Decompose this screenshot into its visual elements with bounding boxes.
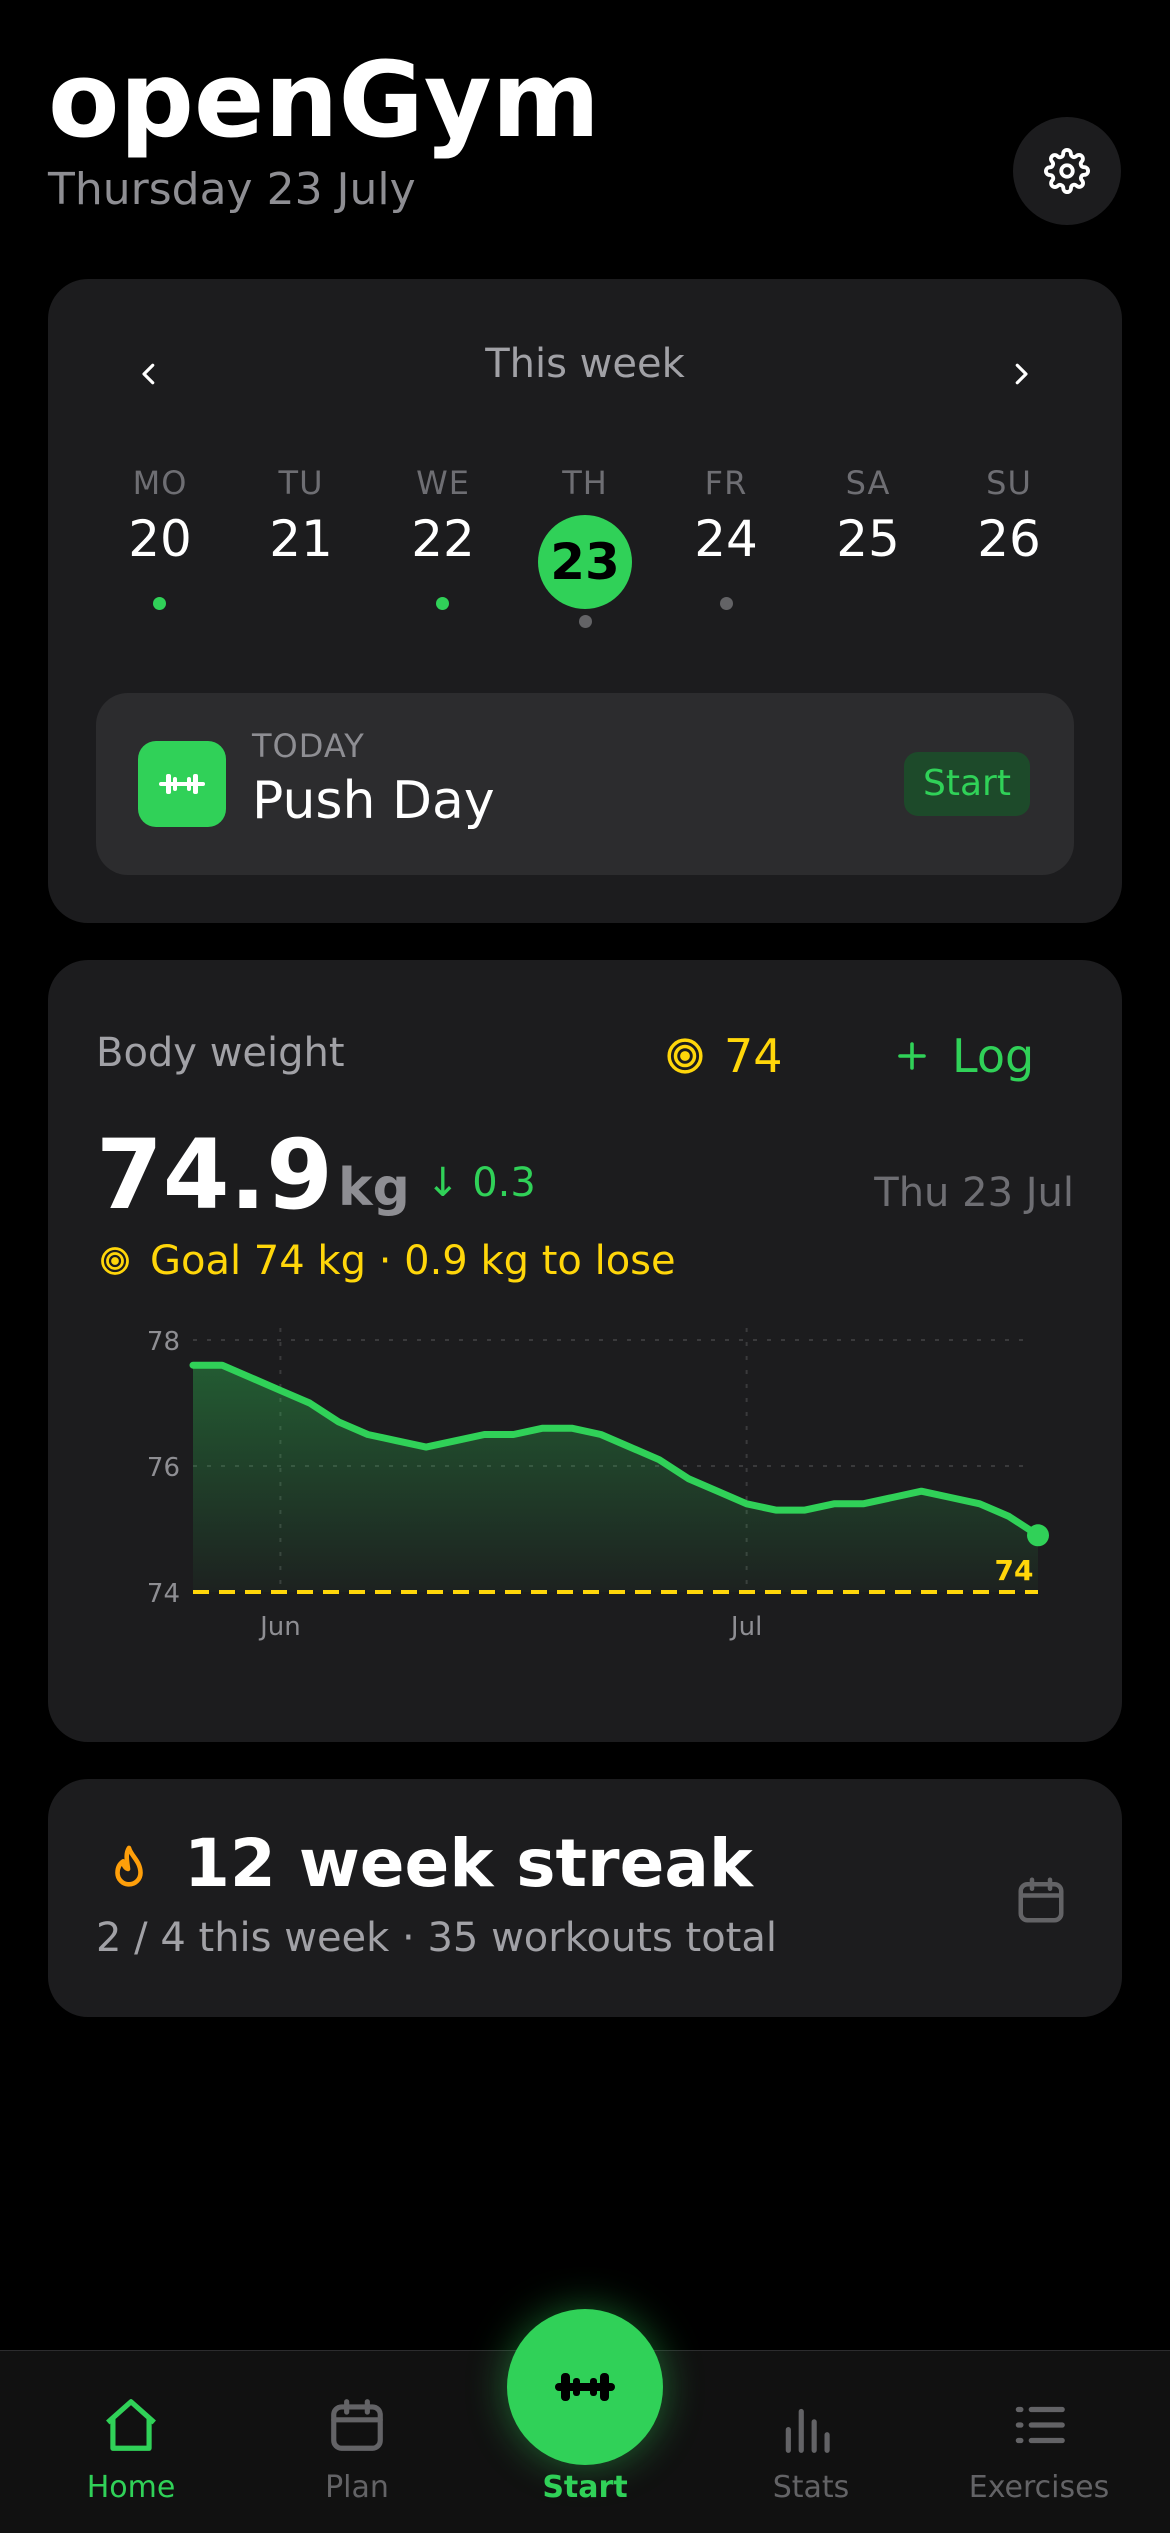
bar-chart-icon[interactable] [778,2396,840,2458]
arrow-down-icon: ↓ [426,1160,460,1206]
day-number: 24 [666,510,786,568]
weight-change: ↓ 0.3 [426,1160,536,1206]
home-icon[interactable] [100,2394,162,2456]
day-mon-done-dot [153,597,166,610]
goal-badge[interactable]: 74 [666,1026,783,1086]
target-icon [100,1246,130,1276]
day-tue[interactable]: TU 21 [241,464,361,568]
week-card: This week MO 20 TU 21 WE 22 TH 23 FR 24 … [48,279,1122,923]
day-number: 22 [383,510,503,568]
x-tick-label: Jul [729,1612,762,1642]
latest-weight-point [1027,1524,1049,1546]
day-mon[interactable]: MO 20 [100,464,220,568]
day-label: TH [525,464,645,502]
today-label: TODAY [252,727,365,765]
nav-exercises-label[interactable]: Exercises [944,2470,1134,2505]
list-icon[interactable] [1008,2394,1070,2456]
day-number: 20 [100,510,220,568]
day-label: MO [100,464,220,502]
dumbbell-icon [553,2367,617,2407]
goal-text: Goal 74 kg · 0.9 kg to lose [150,1238,676,1284]
target-icon [666,1037,704,1075]
day-label: SU [949,464,1069,502]
log-weight-button[interactable]: Log [894,1026,1034,1086]
weight-date: Thu 23 Jul [874,1170,1074,1216]
streak-card[interactable]: 12 week streak 2 / 4 this week · 35 work… [48,1779,1122,2017]
start-workout-fab[interactable] [507,2309,663,2465]
selected-day-circle: 23 [538,515,632,609]
log-label: Log [952,1029,1034,1083]
gear-icon [1044,148,1090,194]
day-thu-planned-dot [579,615,592,628]
workout-name: Push Day [252,771,495,831]
weight-chart[interactable]: 78 76 74 Jun Jul 74 [48,1320,1122,1650]
chevron-right-icon [1006,356,1036,392]
weight-title: Body weight [96,1030,345,1076]
weight-change-value: 0.3 [472,1160,536,1206]
calendar-icon[interactable] [326,2394,388,2456]
header-date: Thursday 23 July [48,164,416,215]
start-workout-button[interactable]: Start [904,752,1030,816]
workout-icon-tile [138,741,226,827]
week-title: This week [48,341,1122,387]
day-thu[interactable]: TH [525,464,645,502]
day-wed[interactable]: WE 22 [383,464,503,568]
nav-home-label[interactable]: Home [36,2470,226,2505]
day-sat[interactable]: SA 25 [808,464,928,568]
weight-unit: kg [338,1158,410,1218]
nav-stats-label[interactable]: Stats [716,2470,906,2505]
goal-badge-value: 74 [724,1029,783,1083]
weight-value: 74.9 [96,1120,333,1230]
day-number: 21 [241,510,361,568]
day-fri-planned-dot [720,597,733,610]
plus-icon [894,1038,930,1074]
day-sun[interactable]: SU 26 [949,464,1069,568]
streak-title: 12 week streak [184,1825,753,1902]
y-tick-label: 78 [147,1327,180,1357]
body-weight-card: Body weight 74 Log 74.9 kg ↓ 0.3 Thu 23 … [48,960,1122,1742]
goal-text-row: Goal 74 kg · 0.9 kg to lose [100,1238,676,1284]
nav-start-label[interactable]: Start [490,2470,680,2505]
y-tick-label: 76 [147,1453,180,1483]
day-number: 26 [949,510,1069,568]
day-label: TU [241,464,361,502]
day-wed-done-dot [436,597,449,610]
calendar-icon [1014,1873,1068,1927]
today-workout-row[interactable]: TODAY Push Day Start [96,693,1074,875]
flame-icon [106,1841,152,1897]
day-label: WE [383,464,503,502]
weight-area [193,1365,1038,1592]
day-label: FR [666,464,786,502]
settings-button[interactable] [1013,117,1121,225]
day-label: SA [808,464,928,502]
next-week-button[interactable] [986,339,1056,409]
dumbbell-icon [157,769,207,799]
nav-plan-label[interactable]: Plan [262,2470,452,2505]
y-tick-label: 74 [147,1579,180,1609]
app-title: openGym [48,40,600,160]
day-number: 25 [808,510,928,568]
goal-line-label: 74 [995,1554,1034,1587]
x-tick-label: Jun [258,1612,301,1642]
streak-subtitle: 2 / 4 this week · 35 workouts total [96,1915,777,1961]
day-fri[interactable]: FR 24 [666,464,786,568]
day-number: 23 [550,533,620,591]
